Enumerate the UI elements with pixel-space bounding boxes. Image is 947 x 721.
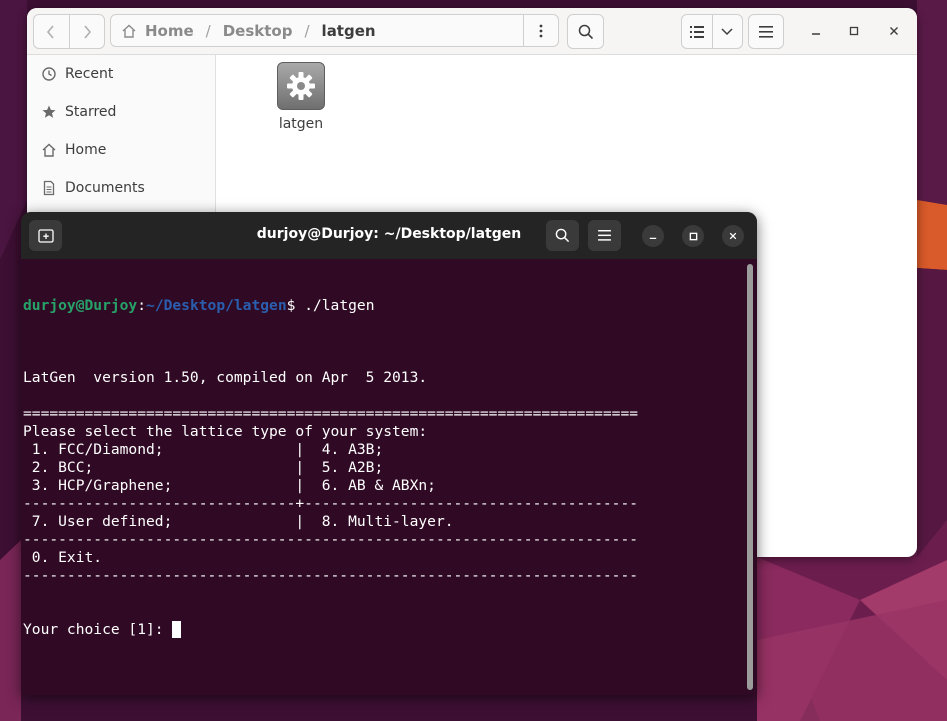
minimize-icon: [649, 237, 657, 240]
terminal-maximize-button[interactable]: [682, 225, 704, 247]
file-manager-headerbar: Home / Desktop / latgen: [27, 8, 917, 55]
breadcrumb-home[interactable]: Home: [143, 22, 196, 40]
terminal-minimize-button[interactable]: [642, 225, 664, 247]
back-button[interactable]: [34, 15, 69, 48]
breadcrumb-separator: /: [205, 21, 211, 40]
output-line: -------------------------------+--------…: [23, 495, 639, 512]
close-button[interactable]: [883, 20, 905, 42]
output-line: 1. FCC/Diamond; | 4. A3B;: [23, 441, 384, 458]
output-line: 0. Exit.: [23, 549, 103, 566]
main-menu-button[interactable]: [748, 14, 784, 49]
output-line: LatGen version 1.50, compiled on Apr 5 2…: [23, 369, 428, 386]
file-name: latgen: [278, 116, 324, 132]
star-icon: [42, 105, 56, 118]
output-line: Please select the lattice type of your s…: [23, 423, 428, 440]
history-navigation: [33, 14, 105, 49]
prompt-colon: :: [137, 297, 147, 314]
terminal-scrollbar[interactable]: [747, 264, 753, 690]
clock-icon: [42, 67, 56, 81]
minimize-button[interactable]: [805, 20, 827, 42]
chevron-right-icon: [84, 24, 91, 39]
maximize-icon: [689, 232, 697, 240]
sidebar-item-label: Recent: [65, 66, 114, 82]
forward-button[interactable]: [68, 15, 105, 48]
prompt-line: durjoy@Durjoy:~/Desktop/latgen$ ./latgen: [23, 297, 745, 315]
search-button[interactable]: [567, 14, 604, 49]
terminal-title: durjoy@Durjoy: ~/Desktop/latgen: [256, 226, 522, 242]
hamburger-menu-icon: [598, 230, 611, 241]
chevron-down-icon: [721, 27, 733, 35]
gear-icon: [277, 62, 325, 110]
new-tab-button[interactable]: [29, 220, 62, 251]
sidebar-item-label: Starred: [65, 104, 117, 120]
new-tab-icon: [37, 228, 54, 243]
prompt-symbol: $: [286, 297, 305, 314]
output-line: 7. User defined; | 8. Multi-layer.: [23, 513, 454, 530]
output-line: ----------------------------------------…: [23, 567, 639, 584]
command-text: ./latgen: [304, 297, 375, 314]
home-icon: [42, 143, 56, 157]
breadcrumb-separator: /: [304, 21, 310, 40]
prompt-path: ~/Desktop/latgen: [146, 297, 287, 314]
sidebar-item-documents[interactable]: Documents: [27, 169, 215, 207]
sidebar-item-label: Home: [65, 142, 107, 158]
minimize-icon: [812, 33, 820, 35]
view-options: [681, 14, 743, 49]
terminal-close-button[interactable]: [722, 225, 744, 247]
sidebar-item-label: Documents: [65, 180, 145, 196]
text-cursor: [172, 621, 182, 638]
list-view-icon: [689, 25, 704, 38]
document-icon: [43, 180, 55, 196]
input-line: Your choice [1]:: [23, 621, 745, 639]
list-view-button[interactable]: [682, 15, 712, 48]
path-bar: Home / Desktop / latgen: [110, 14, 559, 47]
path-menu-button[interactable]: [523, 15, 558, 46]
output-line: ========================================…: [23, 405, 639, 422]
maximize-icon: [849, 26, 859, 36]
breadcrumb-desktop[interactable]: Desktop: [221, 22, 295, 40]
input-prompt: Your choice [1]:: [23, 621, 173, 638]
terminal-search-button[interactable]: [546, 220, 579, 251]
file-item-latgen[interactable]: latgen: [271, 62, 331, 132]
terminal-menu-button[interactable]: [588, 220, 621, 251]
terminal-headerbar: durjoy@Durjoy: ~/Desktop/latgen: [21, 212, 757, 259]
hamburger-menu-icon: [759, 25, 773, 38]
sidebar-item-home[interactable]: Home: [27, 131, 215, 169]
home-icon: [122, 24, 136, 38]
prompt-user: durjoy@Durjoy: [23, 297, 138, 314]
output-line: 2. BCC; | 5. A2B;: [23, 459, 384, 476]
sidebar-item-starred[interactable]: Starred: [27, 93, 215, 131]
output-line: ----------------------------------------…: [23, 531, 639, 548]
chevron-left-icon: [47, 24, 54, 39]
terminal-output[interactable]: durjoy@Durjoy:~/Desktop/latgen$ ./latgen…: [23, 259, 745, 695]
breadcrumb-latgen[interactable]: latgen: [320, 22, 378, 40]
sidebar-item-recent[interactable]: Recent: [27, 55, 215, 93]
maximize-button[interactable]: [843, 20, 865, 42]
kebab-menu-icon: [539, 24, 543, 37]
close-icon: [729, 232, 737, 240]
search-icon: [555, 228, 570, 243]
close-icon: [890, 27, 898, 35]
program-output: LatGen version 1.50, compiled on Apr 5 2…: [23, 351, 745, 585]
view-dropdown-button[interactable]: [711, 15, 743, 48]
terminal-window: durjoy@Durjoy: ~/Desktop/latgen durjoy@D…: [21, 212, 757, 695]
search-icon: [578, 24, 593, 39]
output-line: 3. HCP/Graphene; | 6. AB & ABXn;: [23, 477, 436, 494]
